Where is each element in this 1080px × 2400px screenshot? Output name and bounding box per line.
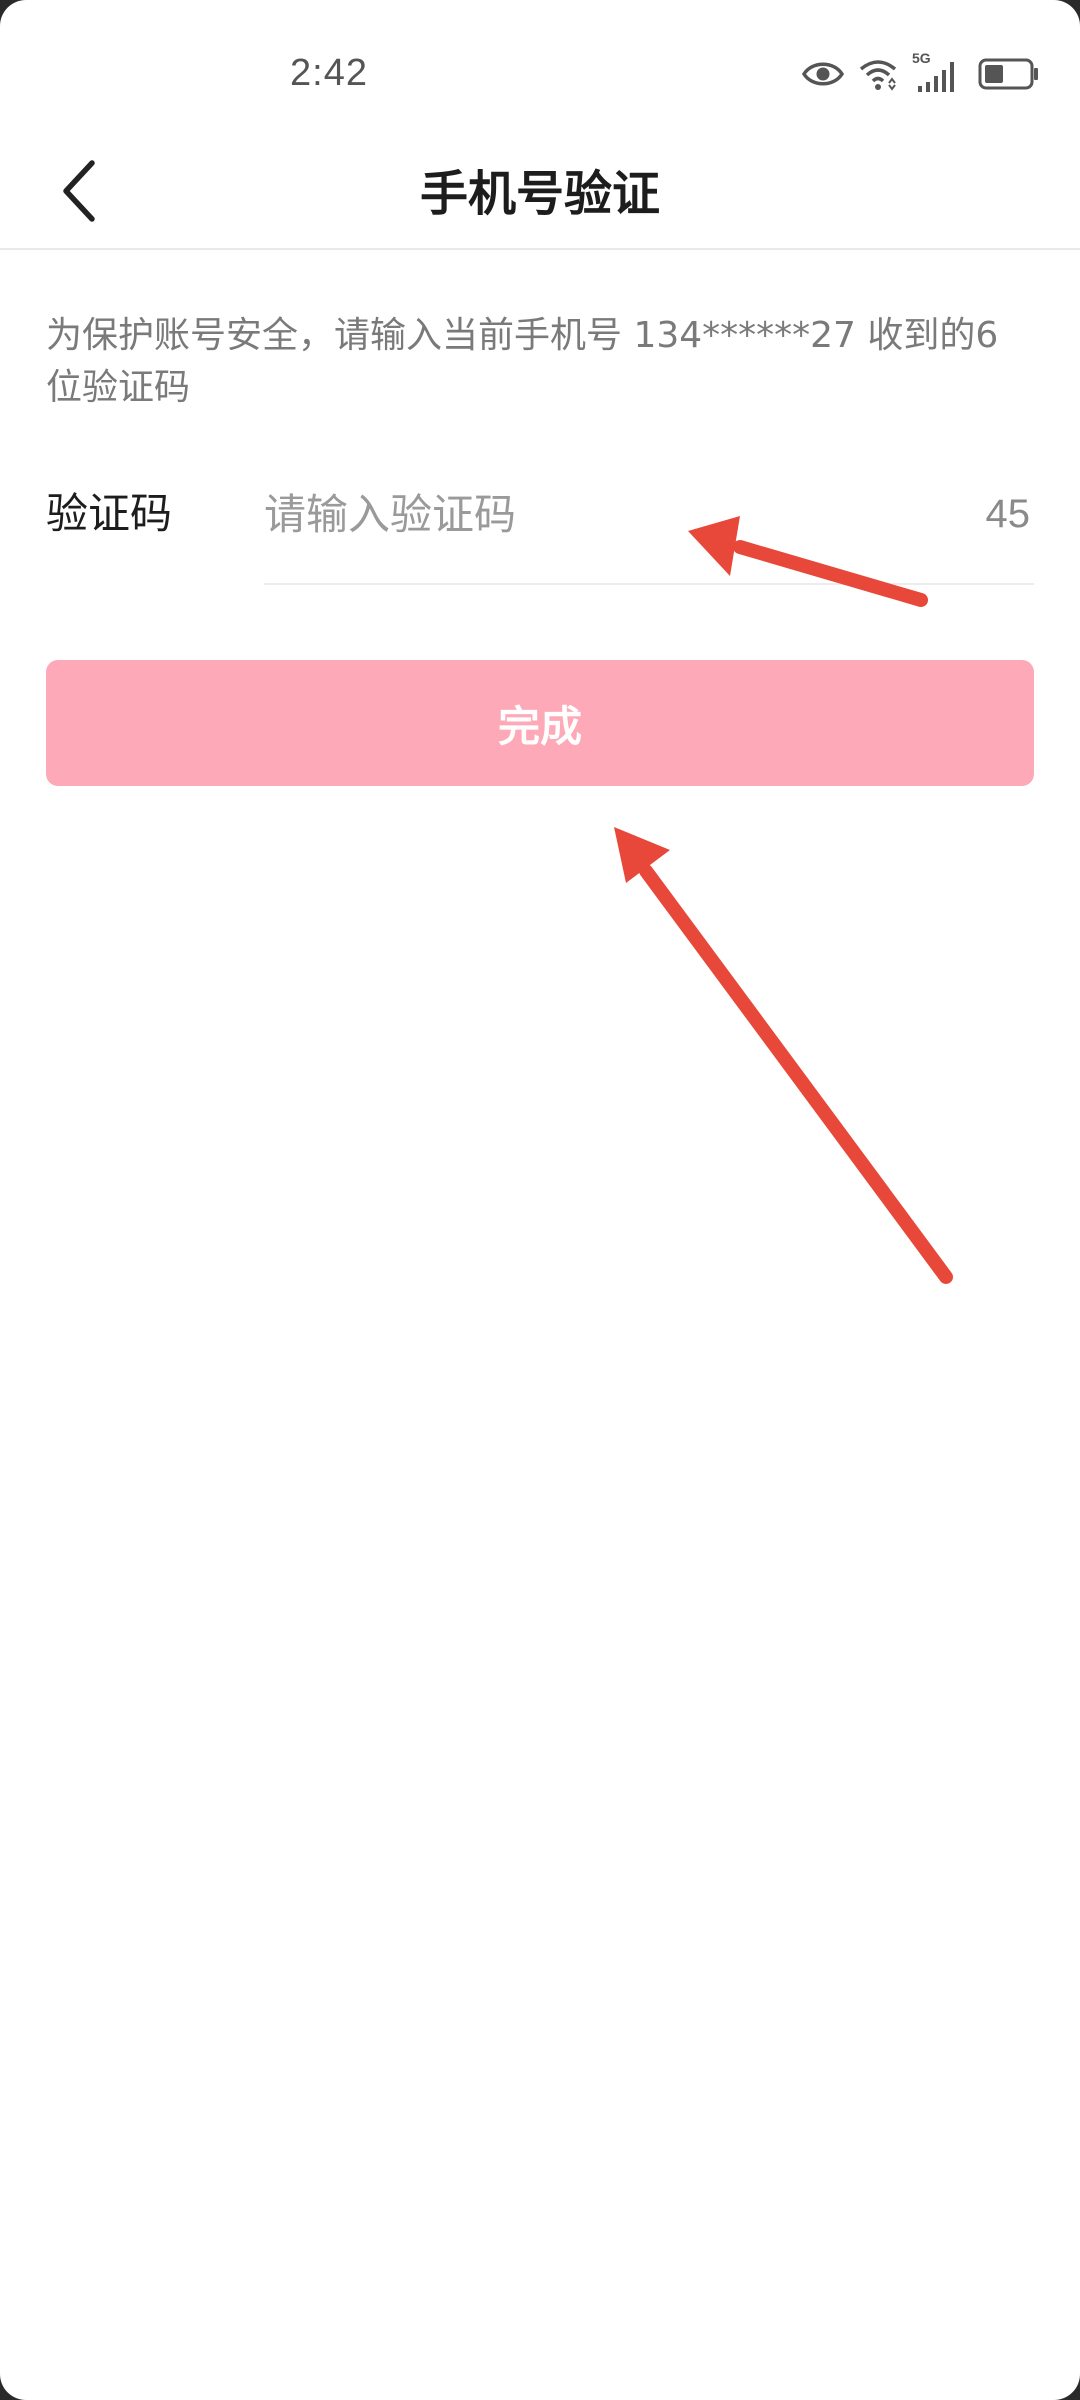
status-icons: 5G: [801, 50, 1040, 96]
signal-icon: 5G: [912, 50, 964, 96]
status-time: 2:42: [290, 52, 368, 94]
done-button-label: 完成: [497, 701, 582, 751]
arrow-to-done-button: [614, 827, 953, 1284]
verification-code-input[interactable]: [264, 474, 964, 554]
nav-bar: 手机号验证: [0, 140, 1080, 250]
battery-icon: [978, 57, 1040, 95]
page-title: 手机号验证: [419, 166, 660, 222]
resend-countdown: 45: [985, 492, 1031, 536]
done-button[interactable]: 完成: [46, 660, 1034, 786]
code-label: 验证码: [46, 489, 173, 538]
status-bar: 2:42 5G: [0, 0, 1080, 140]
eye-icon: [801, 59, 845, 93]
verification-hint: 为保护账号安全，请输入当前手机号 134******27 收到的6位验证码: [46, 315, 999, 408]
phone-screen: 2:42 5G 手机号验证 为保护账号安全，请输入当前手机号 134******…: [0, 0, 1080, 2400]
wifi-icon: [858, 57, 898, 95]
input-underline: [264, 583, 1034, 585]
